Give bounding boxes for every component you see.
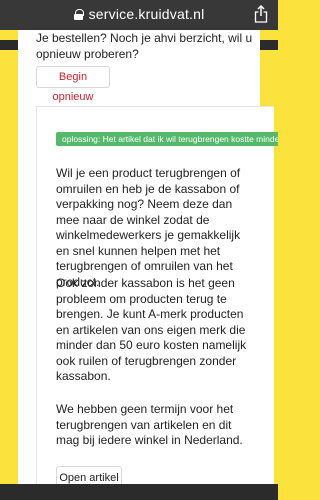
browser-address-bar[interactable]: service.kruidvat.nl <box>0 0 278 30</box>
restart-button[interactable]: Begin opnieuw <box>36 66 110 103</box>
lock-icon <box>73 9 84 20</box>
answer-paragraph-3: We hebben geen termijn voor het terugbre… <box>56 402 243 447</box>
previous-message-text: opnieuw proberen? <box>36 47 139 61</box>
previous-message-cut-line: Je bestellen? Noch je ahvi berzicht, wil… <box>36 31 253 45</box>
solution-badge: oplossing: Het artikel dat ik wil terugb… <box>56 132 278 146</box>
answer-paragraph-1: Wil je een product terugbrengen of omrui… <box>56 166 241 289</box>
previous-message: Je bestellen? Noch je ahvi berzicht, wil… <box>36 31 258 62</box>
share-icon[interactable] <box>254 5 268 23</box>
url-text[interactable]: service.kruidvat.nl <box>89 6 205 22</box>
answer-paragraph-2: Ook zonder kassabon is het geen probleem… <box>56 276 247 383</box>
footer-dark-strip <box>0 484 278 500</box>
